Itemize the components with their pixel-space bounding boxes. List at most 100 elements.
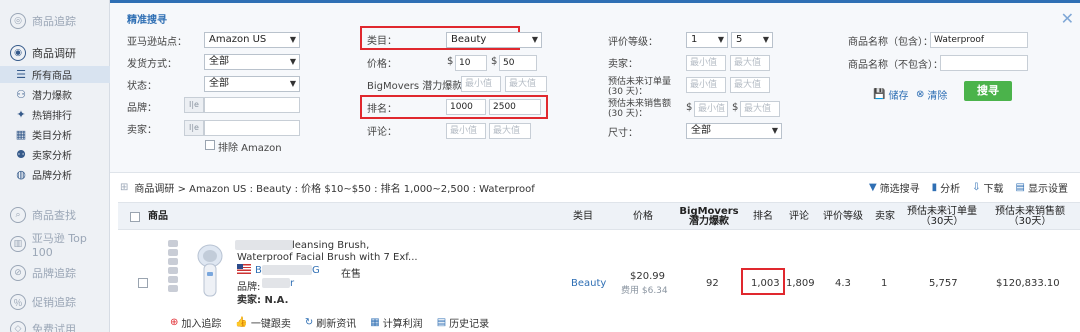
brand-label: 品牌： xyxy=(127,103,157,114)
one-click-follow-button[interactable]: 👍 一键跟卖 xyxy=(235,315,290,330)
blurred-brand-region xyxy=(262,278,290,288)
price-min-input[interactable]: 10 xyxy=(455,55,487,71)
header-price[interactable]: 价格 xyxy=(618,203,668,231)
reviews-max-input[interactable]: 最大值 xyxy=(489,123,531,139)
brand-value[interactable]: r xyxy=(290,278,294,289)
site-select[interactable]: Amazon US ▼ xyxy=(204,32,300,48)
size-select[interactable]: 全部 ▼ xyxy=(686,123,782,139)
status-select[interactable]: 全部 ▼ xyxy=(204,76,300,92)
thumb-icon: 👍 xyxy=(235,317,248,328)
seller-link-end[interactable]: G xyxy=(312,265,320,276)
history-icon: ▤ xyxy=(436,317,447,328)
select-all-checkbox[interactable] xyxy=(130,212,140,222)
stock-status: 在售 xyxy=(341,269,361,280)
sidebar-item-tracking[interactable]: ◎ 商品追踪 xyxy=(0,12,110,30)
sidebar-item-brand-track[interactable]: ⊘ 品牌追踪 xyxy=(0,264,110,282)
add-icon: ⊕ xyxy=(170,317,179,328)
size-label: 尺寸： xyxy=(608,128,638,139)
bigmovers-max-input[interactable]: 最大值 xyxy=(505,76,547,92)
category-select[interactable]: Beauty ▼ xyxy=(446,32,542,48)
est-orders-min-input[interactable]: 最小值 xyxy=(686,77,726,93)
name-include-input[interactable]: Waterproof xyxy=(930,32,1028,48)
trial-icon: ◇ xyxy=(10,321,26,332)
row-checkbox[interactable] xyxy=(138,278,148,288)
brand-input[interactable] xyxy=(204,97,300,113)
row-category[interactable]: Beauty xyxy=(571,278,606,289)
close-icon[interactable]: ✕ xyxy=(1061,9,1074,28)
settings-icon: ▤ xyxy=(1015,182,1025,193)
hot-icon: ✦ xyxy=(16,108,26,121)
sidebar-item-hot[interactable]: ✦ 热销排行 xyxy=(0,106,110,123)
refresh-button[interactable]: ↻ 刷新资讯 xyxy=(305,315,356,330)
sellers-max-input[interactable]: 最大值 xyxy=(730,55,770,71)
thumbnail-strip[interactable] xyxy=(168,240,182,294)
header-category[interactable]: 类目 xyxy=(558,203,608,231)
product-title-line1[interactable]: leansing Brush, xyxy=(292,240,369,251)
header-product[interactable]: 商品 xyxy=(148,203,188,231)
header-sellers[interactable]: 卖家 xyxy=(870,203,900,231)
est-sales-label: 预估未来销售额 (30 天)： xyxy=(608,99,672,119)
home-icon[interactable]: ⊞ xyxy=(120,182,128,193)
exclude-amazon-label: 排除 Amazon xyxy=(218,143,282,154)
chevron-down-icon: ▼ xyxy=(762,35,769,44)
rating-min-select[interactable]: 1 ▼ xyxy=(686,32,728,48)
header-reviews[interactable]: 评论 xyxy=(782,203,816,231)
reviews-min-input[interactable]: 最小值 xyxy=(446,123,486,139)
header-est-sales[interactable]: 预估未来销售额 （30天） xyxy=(988,203,1072,231)
seller-link-start[interactable]: B xyxy=(255,265,262,276)
product-title-line2[interactable]: Waterproof Facial Brush with 7 Exf... xyxy=(237,252,418,263)
product-image[interactable] xyxy=(186,242,230,300)
sidebar-item-all-products[interactable]: ☰ 所有商品 xyxy=(0,66,110,83)
bigmovers-min-input[interactable]: 最小值 xyxy=(461,76,501,92)
search-button[interactable]: 搜寻 xyxy=(964,81,1012,101)
save-button[interactable]: 💾 储存 xyxy=(873,87,908,102)
sidebar-item-potential[interactable]: ⚇ 潜力爆款 xyxy=(0,86,110,103)
est-sales-max-input[interactable]: 最大值 xyxy=(740,101,780,117)
seller-input[interactable] xyxy=(204,120,300,136)
history-button[interactable]: ▤ 历史记录 xyxy=(437,315,489,330)
list-icon: ☰ xyxy=(16,68,26,81)
filter-search-button[interactable]: ▼ 筛选搜寻 xyxy=(869,180,920,195)
sellers-min-input[interactable]: 最小值 xyxy=(686,55,726,71)
header-bigmovers[interactable]: BigMovers 潜力爆款 xyxy=(678,203,740,231)
analysis-button[interactable]: ▮ 分析 xyxy=(932,180,961,195)
header-est-orders[interactable]: 预估未来订单量 （30天） xyxy=(902,203,982,231)
sidebar-item-category[interactable]: ▦ 类目分析 xyxy=(0,126,110,143)
header-rating[interactable]: 评价等级 xyxy=(818,203,868,231)
tracking-icon: ◎ xyxy=(10,13,26,29)
potential-icon: ⚇ xyxy=(16,88,26,101)
display-settings-button[interactable]: ▤ 显示设置 xyxy=(1016,180,1068,195)
dollar-sign: $ xyxy=(447,56,454,67)
est-sales-min-input[interactable]: 最小值 xyxy=(694,101,728,117)
sidebar-item-research[interactable]: ◉ 商品调研 xyxy=(0,44,110,62)
calc-profit-button[interactable]: ▦ 计算利润 xyxy=(370,315,422,330)
refresh-icon: ↻ xyxy=(304,317,314,328)
sidebar-item-brand[interactable]: ◍ 品牌分析 xyxy=(0,166,110,183)
sidebar-item-find[interactable]: ⌕ 商品查找 xyxy=(0,206,110,224)
dollar-sign: $ xyxy=(732,102,739,113)
brand-icon: ◍ xyxy=(16,168,26,181)
rank-min-input[interactable]: 1000 xyxy=(446,99,486,115)
sidebar-item-top100[interactable]: ▥ 亚马逊 Top 100 xyxy=(0,232,110,259)
add-tracking-button[interactable]: ⊕ 加入追踪 xyxy=(170,315,221,330)
ship-select[interactable]: 全部 ▼ xyxy=(204,54,300,70)
sidebar-item-promo[interactable]: ％促销追踪 xyxy=(0,293,110,311)
rank-max-input[interactable]: 2500 xyxy=(489,99,541,115)
seller-mode-toggle[interactable]: I|e xyxy=(184,120,204,136)
clear-button[interactable]: ⊗ 清除 xyxy=(916,87,947,102)
brand-mode-toggle[interactable]: I|e xyxy=(184,97,204,113)
price-max-input[interactable]: 50 xyxy=(499,55,537,71)
calculator-icon: ▦ xyxy=(370,317,380,328)
name-exclude-input[interactable] xyxy=(940,55,1028,71)
est-orders-max-input[interactable]: 最大值 xyxy=(730,77,770,93)
rating-max-select[interactable]: 5 ▼ xyxy=(731,32,773,48)
exclude-amazon-checkbox[interactable] xyxy=(205,140,215,150)
download-icon: ⇩ xyxy=(972,182,981,193)
rating-label: 评价等级： xyxy=(608,37,658,48)
header-rank[interactable]: 排名 xyxy=(746,203,780,231)
sidebar-item-trial[interactable]: ◇ 免费试用 xyxy=(0,320,110,332)
sidebar-item-seller[interactable]: ⚉ 卖家分析 xyxy=(0,146,110,163)
breadcrumb: ⊞ 商品调研 > Amazon US : Beauty : 价格 $10~$50… xyxy=(120,180,535,195)
reviews-label: 评论： xyxy=(367,127,397,138)
download-button[interactable]: ⇩ 下载 xyxy=(972,180,1003,195)
